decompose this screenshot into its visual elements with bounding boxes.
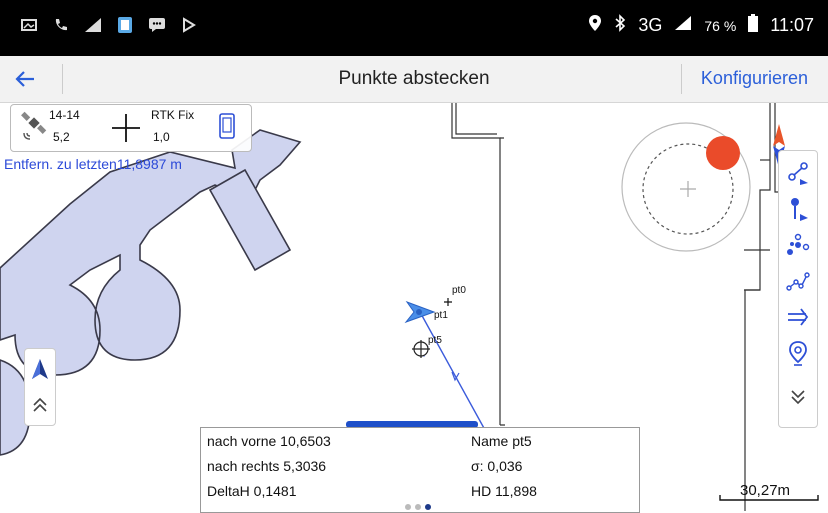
battery-icon: [748, 14, 759, 37]
device-icon: [219, 113, 235, 139]
delta-h: DeltaH 0,1481: [207, 483, 297, 499]
point-stakeout-button[interactable]: [779, 193, 817, 225]
polyline-icon: [786, 272, 810, 291]
bluetooth-icon: [614, 14, 626, 37]
right-distance: nach rechts 5,3036: [207, 458, 327, 474]
message-icon: [148, 16, 166, 34]
scale-bar: [719, 495, 819, 501]
signal-icon: [84, 16, 102, 34]
horizontal-distance: HD 11,898: [471, 483, 537, 499]
divider: [681, 64, 682, 94]
stakeout-info-panel: nach vorne 10,6503 nach rechts 5,3036 De…: [200, 427, 640, 513]
map-point-pt5[interactable]: pt5: [412, 335, 442, 358]
direction-button[interactable]: [779, 301, 817, 333]
page-dot: [405, 504, 411, 510]
location-pin-button[interactable]: [779, 337, 817, 369]
map-scale: 30,27m: [718, 482, 822, 502]
points-icon: [787, 233, 810, 255]
line-stakeout-icon: [788, 162, 808, 185]
fix-status: RTK Fix: [151, 108, 195, 122]
signal-strength-icon: [674, 15, 692, 36]
network-type: 3G: [638, 15, 663, 35]
collapse-toolbar-button[interactable]: [779, 381, 817, 413]
point-stakeout-icon: [791, 198, 808, 221]
line-stakeout-button[interactable]: [779, 157, 817, 189]
map-point-pt1[interactable]: pt1: [404, 300, 448, 324]
route-line: [417, 311, 486, 431]
north-arrow-icon: [32, 359, 48, 379]
left-toolbar: [24, 348, 56, 426]
page-indicator: [405, 504, 431, 510]
clock: 11:07: [770, 15, 814, 35]
app-bar: Punkte abstecken Konfigurieren: [0, 56, 828, 103]
location-pin-icon: [789, 341, 807, 366]
point-label: pt5: [428, 335, 442, 346]
map-point-pt0[interactable]: pt0: [444, 285, 466, 306]
status-notification-icons: [20, 16, 198, 34]
page-dot-active: [425, 504, 431, 510]
direction-arrow-icon: [788, 308, 809, 326]
crosshair-icon: [112, 114, 140, 142]
satellite-count: 14-14: [49, 108, 80, 122]
configure-button[interactable]: Konfigurieren: [701, 68, 808, 89]
north-arrow-button[interactable]: [25, 353, 55, 385]
points-button[interactable]: [779, 229, 817, 261]
forward-distance: nach vorne 10,6503: [207, 433, 331, 449]
phone-icon: [52, 16, 70, 34]
polyline-button[interactable]: [779, 265, 817, 297]
status-bar: 3G 76 % 11:07: [0, 0, 828, 56]
point-label: pt0: [452, 285, 466, 296]
precision-value: 1,0: [153, 130, 170, 144]
sigma-value: σ: 0,036: [471, 458, 523, 474]
expand-up-icon: [33, 397, 47, 412]
app-icon: [116, 16, 134, 34]
status-system-info: 3G 76 % 11:07: [588, 14, 814, 37]
pdop-value: 5,2: [53, 130, 70, 144]
point-name: Name pt5: [471, 433, 532, 449]
play-icon: [180, 16, 198, 34]
distance-to-last: Entfern. zu letzten11,8987 m: [4, 156, 182, 172]
expand-button[interactable]: [25, 389, 55, 421]
gnss-status-panel[interactable]: 14-14 5,2 RTK Fix 1,0: [10, 104, 252, 152]
gallery-icon: [20, 16, 38, 34]
stakeout-target: [621, 122, 751, 252]
satellite-icon: [21, 111, 47, 140]
page-dot: [415, 504, 421, 510]
collapse-down-icon: [791, 390, 805, 405]
point-label: pt1: [434, 310, 448, 321]
battery-percent: 76 %: [704, 17, 737, 34]
right-toolbar: [778, 150, 818, 428]
location-icon: [588, 14, 602, 37]
